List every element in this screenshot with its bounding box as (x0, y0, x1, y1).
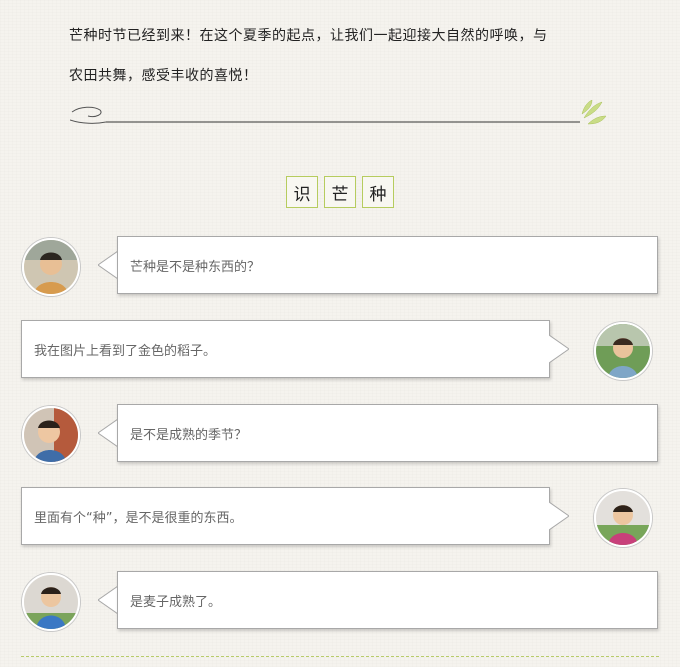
section-title: 识 芒 种 (0, 176, 680, 208)
intro-line-1: 芒种时节已经到来！在这个夏季的起点，让我们一起迎接大自然的呼唤，与 (69, 28, 548, 44)
bubble-tail (98, 586, 118, 614)
message-bubble: 是麦子成熟了。 (117, 571, 658, 629)
bubble-tail (98, 251, 118, 279)
bottom-divider (21, 656, 659, 657)
chat-row: 是麦子成熟了。 (0, 571, 680, 635)
child-photo-avatar (22, 573, 80, 631)
child-photo-avatar (594, 322, 652, 380)
chat-row: 芒种是不是种东西的？ (0, 236, 680, 300)
leaf-sprig-icon (581, 100, 607, 125)
title-char: 芒 (324, 176, 356, 208)
decorative-divider (70, 100, 607, 125)
bubble-tail (549, 502, 569, 530)
message-bubble: 我在图片上看到了金色的稻子。 (21, 320, 550, 378)
message-bubble: 里面有个“种”，是不是很重的东西。 (21, 487, 550, 545)
chat-row: 我在图片上看到了金色的稻子。 (0, 320, 680, 384)
chat-row: 里面有个“种”，是不是很重的东西。 (0, 487, 680, 551)
title-char: 种 (362, 176, 394, 208)
message-bubble: 是不是成熟的季节？ (117, 404, 658, 462)
child-photo-avatar (22, 238, 80, 296)
chat-row: 是不是成熟的季节？ (0, 404, 680, 468)
bubble-tail (549, 335, 569, 363)
message-bubble: 芒种是不是种东西的？ (117, 236, 658, 294)
child-photo-avatar (594, 489, 652, 547)
intro-line-2: 农田共舞，感受丰收的喜悦！ (69, 68, 258, 84)
intro-paragraph: 芒种时节已经到来！在这个夏季的起点，让我们一起迎接大自然的呼唤，与 农田共舞，感… (69, 16, 614, 96)
bubble-tail (98, 419, 118, 447)
child-photo-avatar (22, 406, 80, 464)
title-char: 识 (286, 176, 318, 208)
